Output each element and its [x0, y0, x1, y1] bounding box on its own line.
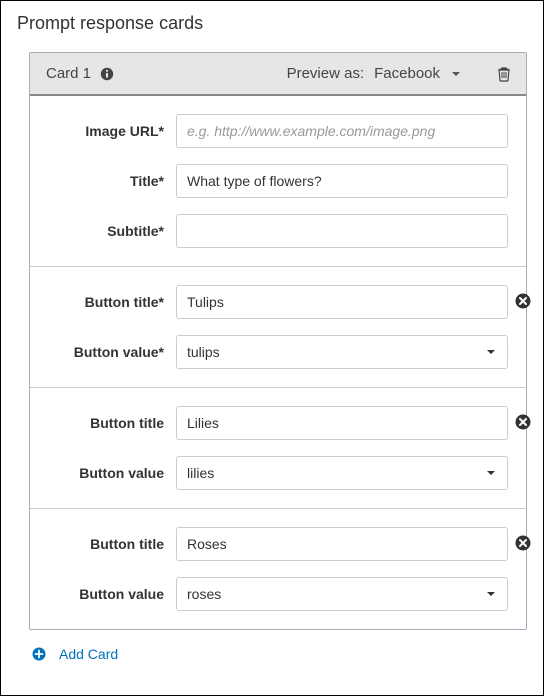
button-title-row: Button title	[48, 406, 508, 440]
button-value-select[interactable]: tulips	[176, 335, 508, 369]
page-title: Prompt response cards	[17, 13, 527, 34]
button-title-row: Button title*	[48, 285, 508, 319]
image-url-row: Image URL*	[48, 114, 508, 148]
button-value-label: Button value*	[48, 344, 176, 360]
title-input[interactable]	[176, 164, 508, 198]
button-title-label: Button title	[48, 536, 176, 552]
button-value-row: Button value* tulips	[48, 335, 508, 369]
caret-down-icon	[485, 346, 497, 358]
plus-circle-icon	[31, 646, 47, 662]
caret-down-icon	[485, 588, 497, 600]
button-value-text: tulips	[187, 344, 220, 360]
button-title-input[interactable]	[176, 406, 508, 440]
button-title-input[interactable]	[176, 285, 508, 319]
add-card-button[interactable]: Add Card	[31, 646, 118, 662]
button-section-1: Button title Button value lilies	[30, 387, 526, 508]
info-icon[interactable]	[99, 66, 115, 82]
button-value-text: roses	[187, 586, 221, 602]
button-value-row: Button value lilies	[48, 456, 508, 490]
subtitle-row: Subtitle*	[48, 214, 508, 248]
subtitle-input[interactable]	[176, 214, 508, 248]
image-url-input[interactable]	[176, 114, 508, 148]
subtitle-label: Subtitle*	[48, 223, 176, 239]
button-value-text: lilies	[187, 465, 214, 481]
card-label: Card 1	[46, 65, 91, 82]
button-section-2: Button title Button value roses	[30, 508, 526, 629]
card-header: Card 1 Preview as: Facebook	[30, 53, 526, 96]
image-url-label: Image URL*	[48, 123, 176, 139]
remove-button-icon[interactable]	[514, 413, 532, 431]
preview-as-select[interactable]: Facebook	[370, 63, 466, 84]
button-title-label: Button title*	[48, 294, 176, 310]
preview-as-label: Preview as:	[287, 65, 365, 82]
button-title-row: Button title	[48, 527, 508, 561]
card: Card 1 Preview as: Facebook Image URL* T…	[29, 52, 527, 630]
button-value-select[interactable]: lilies	[176, 456, 508, 490]
title-row: Title*	[48, 164, 508, 198]
card-fields-section: Image URL* Title* Subtitle*	[30, 96, 526, 266]
button-value-row: Button value roses	[48, 577, 508, 611]
remove-button-icon[interactable]	[514, 534, 532, 552]
caret-down-icon	[485, 467, 497, 479]
button-section-0: Button title* Button value* tulips	[30, 266, 526, 387]
preview-as-value: Facebook	[374, 65, 440, 82]
add-card-label: Add Card	[59, 646, 118, 662]
button-value-label: Button value	[48, 586, 176, 602]
button-title-label: Button title	[48, 415, 176, 431]
remove-button-icon[interactable]	[514, 292, 532, 310]
button-title-input[interactable]	[176, 527, 508, 561]
title-label: Title*	[48, 173, 176, 189]
trash-icon[interactable]	[496, 66, 512, 82]
button-value-select[interactable]: roses	[176, 577, 508, 611]
button-value-label: Button value	[48, 465, 176, 481]
caret-down-icon	[450, 68, 462, 80]
